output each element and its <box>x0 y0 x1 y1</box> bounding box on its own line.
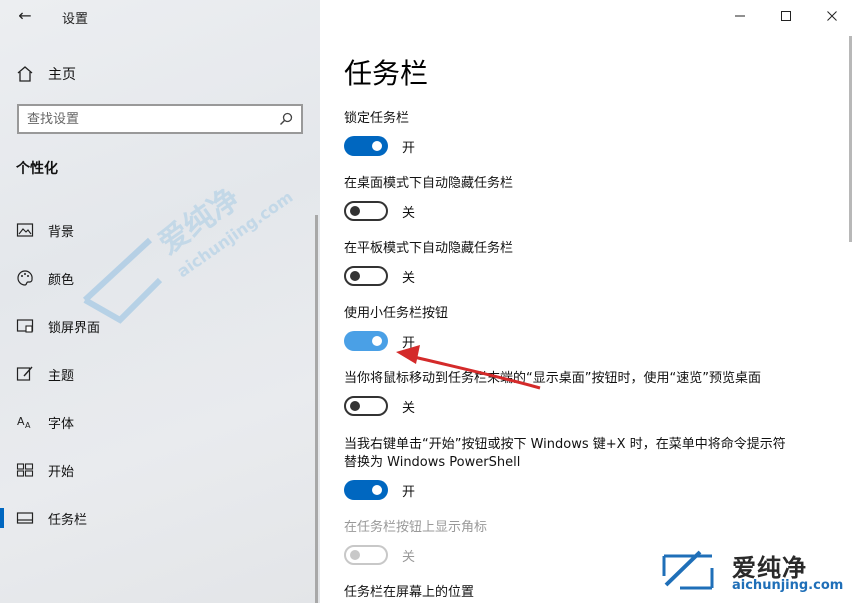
window-controls <box>717 0 855 32</box>
sidebar-item-colors[interactable]: 颜色 <box>0 254 320 302</box>
main-pane: 任务栏 锁定任务栏 开 在桌面模式下自动隐藏任务栏 关 在平板模式下自动隐藏任务… <box>320 0 855 603</box>
search-icon[interactable] <box>279 112 293 126</box>
sidebar-item-label: 字体 <box>48 416 75 432</box>
toggle-state: 关 <box>402 549 416 565</box>
minimize-button[interactable] <box>717 0 763 32</box>
search-input[interactable] <box>27 111 267 127</box>
setting-label: 在平板模式下自动隐藏任务栏 <box>344 241 514 256</box>
back-arrow-icon[interactable]: ← <box>14 6 36 26</box>
home-icon <box>17 66 33 82</box>
toggle-state: 关 <box>402 400 416 416</box>
toggle-state: 开 <box>402 140 416 156</box>
palette-icon <box>16 269 34 287</box>
page-title: 任务栏 <box>344 57 429 90</box>
toggle-switch <box>344 545 388 565</box>
toggle-state: 关 <box>402 205 416 221</box>
toggle-switch[interactable] <box>344 396 388 416</box>
image-icon <box>16 221 34 239</box>
sidebar-item-background[interactable]: 背景 <box>0 206 320 254</box>
setting-autohide-desktop: 在桌面模式下自动隐藏任务栏 关 <box>344 175 804 221</box>
sidebar-item-start[interactable]: 开始 <box>0 446 320 494</box>
sidebar-item-lock-screen[interactable]: 锁屏界面 <box>0 302 320 350</box>
theme-brush-icon <box>16 365 34 383</box>
start-grid-icon <box>16 461 34 479</box>
toggle-state: 开 <box>402 484 416 500</box>
sidebar-item-label: 开始 <box>48 464 75 480</box>
toggle-lock-taskbar[interactable]: 开 <box>344 136 804 156</box>
toggle-switch[interactable] <box>344 136 388 156</box>
sidebar-scrollbar[interactable] <box>315 215 318 603</box>
search-box[interactable] <box>17 104 303 134</box>
toggle-autohide-desktop[interactable]: 关 <box>344 201 804 221</box>
setting-powershell: 当我右键单击“开始”按钮或按下 Windows 键+X 时，在菜单中将命令提示符… <box>344 436 794 500</box>
svg-text:A: A <box>25 421 31 430</box>
setting-small-buttons: 使用小任务栏按钮 开 <box>344 305 804 351</box>
close-icon <box>827 11 837 21</box>
setting-label: 在桌面模式下自动隐藏任务栏 <box>344 176 514 191</box>
sidebar-item-label: 主题 <box>48 368 75 384</box>
setting-label: 锁定任务栏 <box>344 111 410 126</box>
close-button[interactable] <box>809 0 855 32</box>
watermark-url: aichunjing.com <box>732 578 844 593</box>
sidebar-item-label: 背景 <box>48 224 75 240</box>
setting-label: 在任务栏按钮上显示角标 <box>344 520 488 535</box>
app-title: 设置 <box>62 12 89 27</box>
maximize-icon <box>781 11 791 21</box>
setting-autohide-tablet: 在平板模式下自动隐藏任务栏 关 <box>344 240 804 286</box>
toggle-switch[interactable] <box>344 331 388 351</box>
lock-screen-icon <box>16 317 34 335</box>
main-scrollbar[interactable] <box>849 36 852 242</box>
toggle-state: 关 <box>402 270 416 286</box>
toggle-powershell[interactable]: 开 <box>344 480 794 500</box>
setting-label: 当你将鼠标移动到任务栏末端的“显示桌面”按钮时，使用“速览”预览桌面 <box>344 371 761 386</box>
toggle-state: 开 <box>402 335 416 351</box>
toggle-autohide-tablet[interactable]: 关 <box>344 266 804 286</box>
toggle-switch[interactable] <box>344 201 388 221</box>
sidebar-home[interactable]: 主页 <box>16 64 76 84</box>
sidebar-item-taskbar[interactable]: 任务栏 <box>0 494 320 542</box>
taskbar-icon <box>16 509 34 527</box>
sidebar-home-label: 主页 <box>48 67 76 83</box>
sidebar-item-label: 颜色 <box>48 272 75 288</box>
toggle-switch[interactable] <box>344 480 388 500</box>
svg-text:A: A <box>17 415 25 428</box>
sidebar-nav: 背景 颜色 锁屏界面 主题 AA 字体 开始 任务栏 <box>0 206 320 542</box>
font-icon: AA <box>16 413 34 431</box>
toggle-switch[interactable] <box>344 266 388 286</box>
setting-lock-taskbar: 锁定任务栏 开 <box>344 110 804 156</box>
setting-label: 使用小任务栏按钮 <box>344 306 449 321</box>
sidebar: ← 设置 主页 个性化 背景 颜色 <box>0 0 320 603</box>
setting-label: 当我右键单击“开始”按钮或按下 Windows 键+X 时，在菜单中将命令提示符… <box>344 437 786 470</box>
maximize-button[interactable] <box>763 0 809 32</box>
sidebar-item-fonts[interactable]: AA 字体 <box>0 398 320 446</box>
sidebar-item-themes[interactable]: 主题 <box>0 350 320 398</box>
section-title: 个性化 <box>16 161 58 177</box>
minimize-icon <box>735 15 745 17</box>
toggle-small-buttons[interactable]: 开 <box>344 331 804 351</box>
sidebar-item-label: 锁屏界面 <box>48 320 101 336</box>
setting-peek: 当你将鼠标移动到任务栏末端的“显示桌面”按钮时，使用“速览”预览桌面 关 <box>344 370 804 416</box>
sidebar-item-label: 任务栏 <box>48 512 88 528</box>
toggle-peek[interactable]: 关 <box>344 396 804 416</box>
